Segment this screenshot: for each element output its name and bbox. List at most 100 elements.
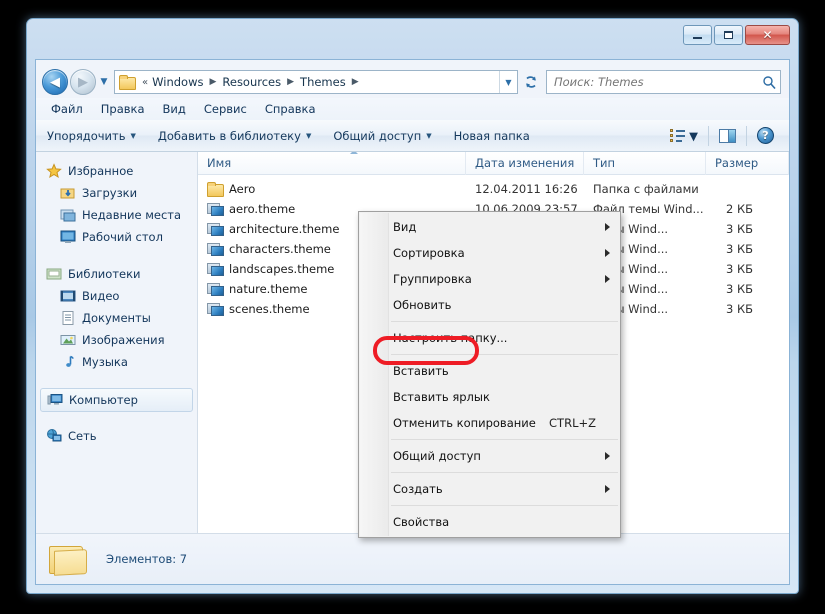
menu-item-label: Общий доступ <box>393 449 481 463</box>
refresh-icon <box>526 76 536 88</box>
close-button[interactable]: ✕ <box>745 25 790 45</box>
title-bar[interactable]: ✕ <box>27 19 798 59</box>
context-menu-item-new[interactable]: Создать <box>359 476 620 502</box>
organize-button[interactable]: Упорядочить ▼ <box>36 123 147 149</box>
sidebar-group-libraries: Библиотеки Видео Документы Изображения М… <box>36 263 197 373</box>
file-name: nature.theme <box>229 282 308 296</box>
menu-item-label: Обновить <box>393 298 452 312</box>
menu-item-edit[interactable]: Правка <box>92 100 154 118</box>
pictures-icon <box>60 332 76 348</box>
breadcrumb-item-windows[interactable]: Windows <box>149 74 206 90</box>
search-icon <box>763 76 776 89</box>
column-headers: Имя Дата изменения Тип Размер <box>198 152 789 175</box>
context-menu-item-paste-shortcut[interactable]: Вставить ярлык <box>359 384 620 410</box>
sidebar-item-downloads[interactable]: Загрузки <box>36 182 197 204</box>
refresh-button[interactable] <box>519 70 543 94</box>
breadcrumb-separator-icon[interactable]: ▶ <box>349 77 362 87</box>
table-row[interactable]: Aero 12.04.2011 16:26 Папка с файлами <box>198 179 789 199</box>
submenu-arrow-icon <box>605 485 610 493</box>
context-menu-item-undo-copy[interactable]: Отменить копирование CTRL+Z <box>359 410 620 436</box>
sort-ascending-icon <box>350 152 358 154</box>
context-menu-item-customize-folder[interactable]: Настроить папку... <box>359 325 620 351</box>
sidebar-label: Документы <box>82 311 151 325</box>
context-menu-item-paste[interactable]: Вставить <box>359 358 620 384</box>
sidebar-item-documents[interactable]: Документы <box>36 307 197 329</box>
breadcrumb-item-themes[interactable]: Themes <box>297 74 349 90</box>
context-menu-item-properties[interactable]: Свойства <box>359 509 620 535</box>
change-view-button[interactable]: ▼ <box>663 125 705 147</box>
command-bar-icons: ▼ ? <box>663 123 789 148</box>
file-size-cell: 3 КБ <box>725 262 753 276</box>
forward-button[interactable]: ▶ <box>70 69 96 95</box>
column-header-type[interactable]: Тип <box>584 152 706 175</box>
sidebar-item-computer[interactable]: Компьютер <box>40 388 193 412</box>
menu-bar: Файл Правка Вид Сервис Справка <box>36 98 789 120</box>
chevron-down-icon: ▼ <box>689 128 698 143</box>
sidebar-item-videos[interactable]: Видео <box>36 285 197 307</box>
file-size-cell: 3 КБ <box>725 242 753 256</box>
status-bar: Элементов: 7 <box>36 533 789 584</box>
menu-separator <box>391 321 618 322</box>
network-icon <box>46 428 62 444</box>
sidebar-item-recent-places[interactable]: Недавние места <box>36 204 197 226</box>
breadcrumb-separator-icon[interactable]: ▶ <box>284 77 297 87</box>
sidebar-item-pictures[interactable]: Изображения <box>36 329 197 351</box>
recent-locations-button[interactable]: ▼ <box>96 69 112 95</box>
context-menu-item-view[interactable]: Вид <box>359 214 620 240</box>
preview-pane-button[interactable] <box>712 125 743 147</box>
sidebar-group-favorites: Избранное Загрузки Недавние места Рабочи… <box>36 160 197 248</box>
breadcrumb-item-resources[interactable]: Resources <box>219 74 284 90</box>
column-header-size[interactable]: Размер <box>706 152 789 175</box>
back-button[interactable]: ◀ <box>42 69 68 95</box>
file-name-cell: Aero <box>198 182 466 197</box>
share-with-button[interactable]: Общий доступ ▼ <box>322 123 442 149</box>
breadcrumb: « Windows ▶ Resources ▶ Themes ▶ <box>138 74 499 90</box>
new-folder-label: Новая папка <box>453 128 530 143</box>
context-menu-item-share-with[interactable]: Общий доступ <box>359 443 620 469</box>
sidebar-item-favorites[interactable]: Избранное <box>36 160 197 182</box>
submenu-arrow-icon <box>605 223 610 231</box>
add-to-library-button[interactable]: Добавить в библиотеку ▼ <box>147 123 322 149</box>
item-count-label: Элементов: 7 <box>106 552 188 566</box>
menu-item-view[interactable]: Вид <box>154 100 195 118</box>
chevron-down-icon: ▼ <box>305 131 312 140</box>
menu-separator <box>391 439 618 440</box>
desktop-icon <box>60 229 76 245</box>
search-input[interactable] <box>554 75 762 89</box>
command-bar: Упорядочить ▼ Добавить в библиотеку ▼ Об… <box>36 120 789 152</box>
context-menu[interactable]: Вид Сортировка Группировка Обновить Наст… <box>358 211 621 538</box>
breadcrumb-separator-icon[interactable]: ▶ <box>206 77 219 87</box>
search-box[interactable] <box>546 70 781 94</box>
maximize-button[interactable] <box>714 25 743 45</box>
address-bar[interactable]: « Windows ▶ Resources ▶ Themes ▶ ▼ <box>114 70 518 94</box>
menu-item-help[interactable]: Справка <box>256 100 325 118</box>
help-button[interactable]: ? <box>750 123 781 148</box>
menu-separator <box>391 472 618 473</box>
sidebar-item-network[interactable]: Сеть <box>36 425 197 447</box>
breadcrumb-overflow-chevron[interactable]: « <box>138 77 149 88</box>
new-folder-button[interactable]: Новая папка <box>443 123 541 149</box>
sidebar-item-desktop[interactable]: Рабочий стол <box>36 226 197 248</box>
context-menu-item-group-by[interactable]: Группировка <box>359 266 620 292</box>
sidebar-item-music[interactable]: Музыка <box>36 351 197 373</box>
add-to-library-label: Добавить в библиотеку <box>157 128 301 143</box>
address-dropdown-button[interactable]: ▼ <box>499 71 517 93</box>
column-header-name[interactable]: Имя <box>198 152 466 175</box>
context-menu-item-refresh[interactable]: Обновить <box>359 292 620 318</box>
documents-icon <box>60 310 76 326</box>
minimize-button[interactable] <box>683 25 712 45</box>
window-controls: ✕ <box>683 25 790 45</box>
chevron-down-icon: ▼ <box>100 77 108 87</box>
menu-item-label: Вставить <box>393 364 449 378</box>
submenu-arrow-icon <box>605 452 610 460</box>
recent-places-icon <box>60 207 76 223</box>
context-menu-item-sort-by[interactable]: Сортировка <box>359 240 620 266</box>
menu-separator <box>391 505 618 506</box>
file-name: architecture.theme <box>229 222 340 236</box>
sidebar-item-libraries[interactable]: Библиотеки <box>36 263 197 285</box>
column-header-date-modified[interactable]: Дата изменения <box>466 152 584 175</box>
menu-item-file[interactable]: Файл <box>42 100 92 118</box>
menu-item-tools[interactable]: Сервис <box>195 100 256 118</box>
folder-icon <box>207 182 224 197</box>
